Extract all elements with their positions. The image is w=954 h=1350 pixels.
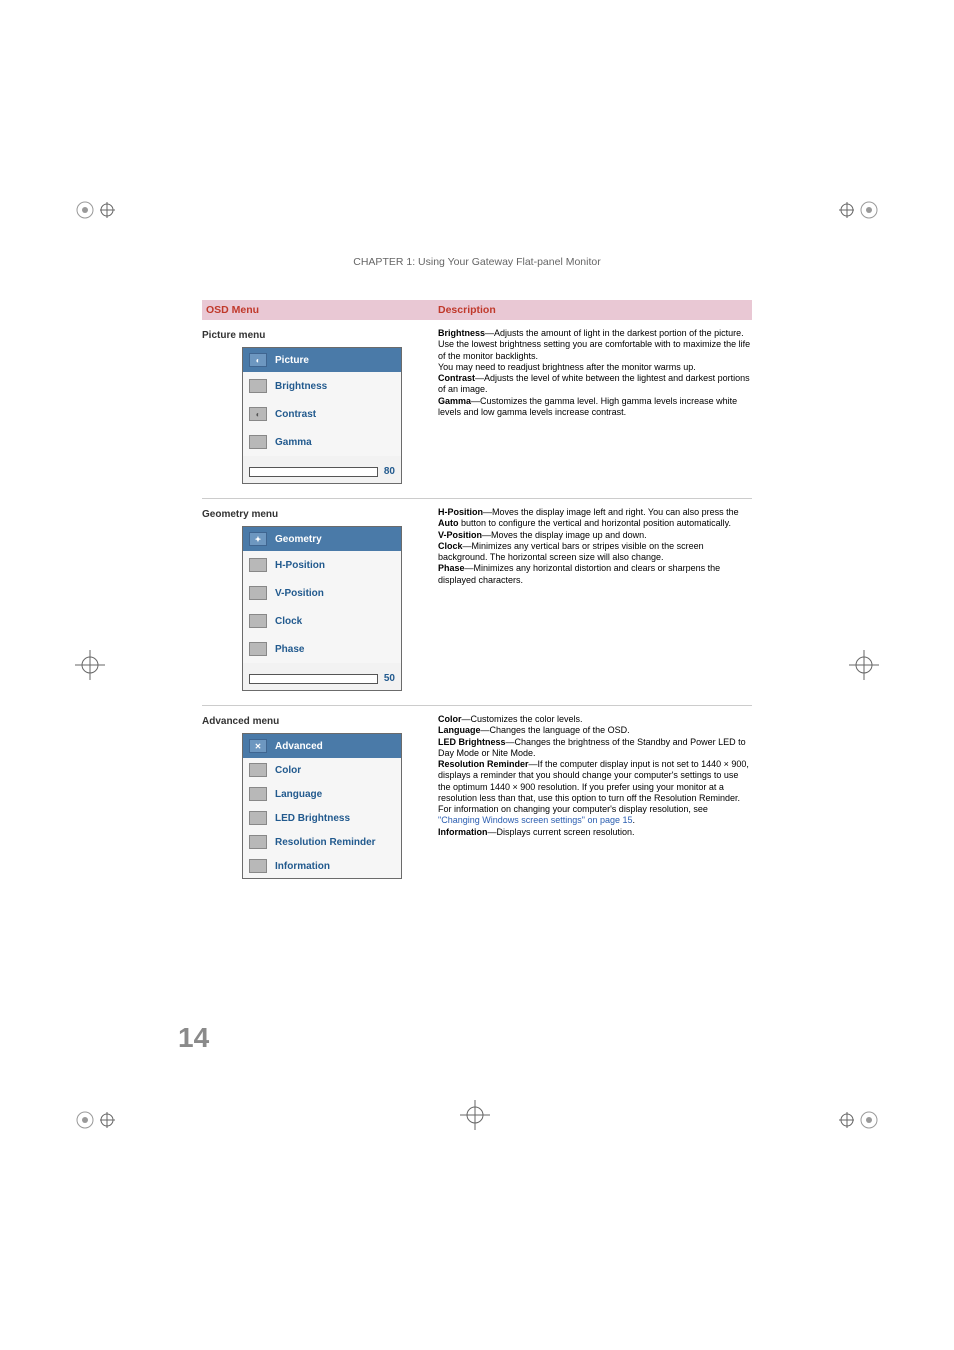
table-row: Picture menu ◐ Picture Brightness ◐ Contr… — [202, 320, 752, 499]
osd-slider: 80 — [243, 462, 401, 483]
geometry-icon: ✦ — [249, 532, 267, 546]
osd-item-language: Language — [243, 782, 401, 806]
osd-header-label: Picture — [275, 355, 309, 366]
table-header: OSD Menu Description — [202, 300, 752, 320]
osd-item-label: Color — [275, 765, 301, 776]
osd-item-contrast: ◐ Contrast — [243, 400, 401, 428]
crop-mark-icon — [75, 650, 105, 680]
osd-header-label: Geometry — [275, 534, 322, 545]
osd-item-gamma: Gamma — [243, 428, 401, 456]
osd-item-clock: Clock — [243, 607, 401, 635]
vposition-icon — [249, 586, 267, 600]
osd-slider: 50 — [243, 669, 401, 690]
clock-icon — [249, 614, 267, 628]
description-text: Color—Customizes the color levels. Langu… — [434, 714, 752, 879]
phase-icon — [249, 642, 267, 656]
led-icon — [249, 811, 267, 825]
osd-header: ◐ Picture — [243, 348, 401, 372]
crop-mark-icon — [75, 190, 115, 230]
osd-header: ✕ Advanced — [243, 734, 401, 758]
chapter-header: CHAPTER 1: Using Your Gateway Flat-panel… — [0, 256, 954, 268]
osd-item-label: Information — [275, 861, 330, 872]
color-icon — [249, 763, 267, 777]
crop-mark-icon — [460, 1100, 490, 1130]
osd-header-label: Advanced — [275, 741, 323, 752]
osd-item-label: Resolution Reminder — [275, 837, 376, 848]
header-description: Description — [434, 300, 752, 320]
osd-item-label: V-Position — [275, 588, 324, 599]
description-text: Brightness—Adjusts the amount of light i… — [434, 328, 752, 484]
description-text: H-Position—Moves the display image left … — [434, 507, 752, 691]
menu-title: Geometry menu — [202, 509, 434, 520]
osd-item-color: Color — [243, 758, 401, 782]
osd-item-label: Clock — [275, 616, 302, 627]
table-row: Advanced menu ✕ Advanced Color Language … — [202, 706, 752, 893]
page-number: 14 — [178, 1022, 209, 1054]
osd-item-label: Phase — [275, 644, 304, 655]
osd-item-label: Contrast — [275, 409, 316, 420]
gamma-icon — [249, 435, 267, 449]
osd-item-resolution-reminder: Resolution Reminder — [243, 830, 401, 854]
slider-value: 80 — [384, 466, 395, 477]
header-osd-menu: OSD Menu — [202, 300, 434, 320]
osd-item-label: Language — [275, 789, 322, 800]
osd-item-brightness: Brightness — [243, 372, 401, 400]
crop-mark-icon — [75, 1100, 115, 1140]
information-icon — [249, 859, 267, 873]
osd-panel-picture: ◐ Picture Brightness ◐ Contrast Gamma 80 — [242, 347, 402, 484]
osd-item-led-brightness: LED Brightness — [243, 806, 401, 830]
contrast-icon: ◐ — [249, 407, 267, 421]
crop-mark-icon — [839, 1100, 879, 1140]
resolution-icon — [249, 835, 267, 849]
table-row: Geometry menu ✦ Geometry H-Position V-Po… — [202, 499, 752, 706]
menu-title: Advanced menu — [202, 716, 434, 727]
osd-panel-geometry: ✦ Geometry H-Position V-Position Clock P… — [242, 526, 402, 691]
brightness-icon — [249, 379, 267, 393]
advanced-icon: ✕ — [249, 739, 267, 753]
language-icon — [249, 787, 267, 801]
menu-title: Picture menu — [202, 330, 434, 341]
osd-item-label: Gamma — [275, 437, 312, 448]
osd-item-phase: Phase — [243, 635, 401, 663]
hposition-icon — [249, 558, 267, 572]
osd-header: ✦ Geometry — [243, 527, 401, 551]
link-changing-settings[interactable]: "Changing Windows screen settings" on pa… — [438, 815, 633, 825]
osd-item-hposition: H-Position — [243, 551, 401, 579]
osd-item-label: H-Position — [275, 560, 325, 571]
slider-value: 50 — [384, 673, 395, 684]
osd-panel-advanced: ✕ Advanced Color Language LED Brightness… — [242, 733, 402, 879]
picture-icon: ◐ — [249, 353, 267, 367]
osd-item-vposition: V-Position — [243, 579, 401, 607]
osd-item-label: Brightness — [275, 381, 327, 392]
osd-item-label: LED Brightness — [275, 813, 350, 824]
crop-mark-icon — [849, 650, 879, 680]
crop-mark-icon — [839, 190, 879, 230]
osd-item-information: Information — [243, 854, 401, 878]
